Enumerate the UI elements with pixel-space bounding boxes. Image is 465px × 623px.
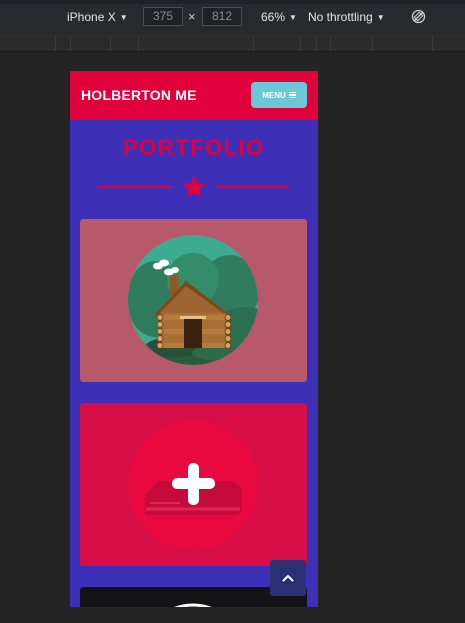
scroll-top-button[interactable]	[270, 560, 306, 596]
ruler-tick	[372, 36, 373, 51]
portfolio-item-add[interactable]	[80, 403, 307, 566]
device-select[interactable]: iPhone X ▼	[67, 10, 128, 24]
device-name: iPhone X	[67, 10, 116, 24]
menu-label: MENU	[262, 90, 286, 100]
device-ruler	[0, 35, 465, 52]
rotate-button[interactable]	[411, 9, 426, 24]
throttling-select[interactable]: No throttling ▼	[308, 10, 385, 24]
rotate-icon	[411, 9, 426, 24]
log-cabin-icon	[128, 235, 258, 365]
zoom-value: 66%	[261, 10, 286, 24]
title-divider-left	[98, 186, 172, 188]
caret-down-icon: ▼	[376, 12, 385, 22]
ruler-tick	[330, 36, 331, 51]
menu-button[interactable]: MENU	[251, 82, 307, 108]
throttling-value: No throttling	[308, 10, 373, 24]
devtools-device-toolbar: iPhone X ▼ 375 × 812 66% ▼ No throttling…	[0, 0, 465, 35]
add-project-icon	[128, 420, 258, 550]
ruler-tick	[432, 36, 433, 51]
width-input[interactable]: 375	[143, 7, 183, 26]
caret-down-icon: ▼	[289, 12, 297, 22]
brand-logo[interactable]: HOLBERTON ME	[81, 87, 197, 103]
toolbar-top-border	[0, 0, 465, 4]
hamburger-icon	[288, 92, 296, 99]
portfolio-item-cabin[interactable]	[80, 219, 307, 382]
device-viewport: HOLBERTON ME MENU PORTFOLIO	[70, 71, 318, 607]
ruler-tick	[253, 36, 254, 51]
site-header: HOLBERTON ME MENU	[70, 71, 318, 120]
chevron-up-icon	[282, 574, 294, 582]
section-title: PORTFOLIO	[123, 135, 265, 160]
ruler-tick	[55, 36, 56, 51]
ruler-tick	[316, 36, 317, 51]
zoom-select[interactable]: 66% ▼	[261, 10, 297, 24]
height-input[interactable]: 812	[202, 7, 242, 26]
ruler-tick	[70, 36, 71, 51]
caret-down-icon: ▼	[119, 12, 128, 22]
dimension-separator: ×	[188, 9, 196, 24]
ruler-tick	[138, 36, 139, 51]
ruler-tick	[300, 36, 301, 51]
star-icon	[182, 175, 206, 198]
title-divider-right	[217, 186, 290, 188]
ruler-tick	[110, 36, 111, 51]
